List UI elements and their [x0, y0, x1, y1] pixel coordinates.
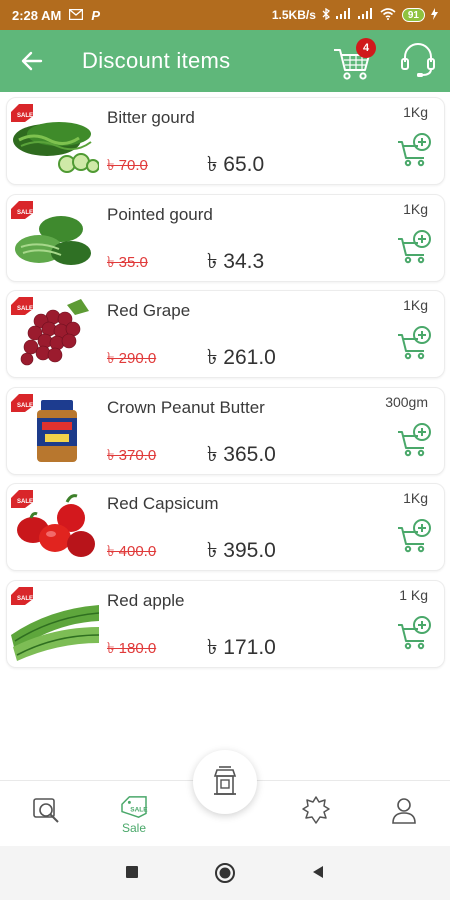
original-price: ৳ 400.0	[107, 543, 157, 560]
svg-text:SALE: SALE	[17, 210, 33, 216]
original-price: ৳ 180.0	[107, 639, 157, 657]
original-price: ৳ 370.0	[107, 446, 157, 464]
system-navigation-bar	[0, 846, 450, 900]
store-icon	[213, 766, 237, 795]
product-unit: 1Kg	[403, 297, 428, 313]
arrow-left-icon	[21, 51, 43, 71]
charging-icon	[431, 7, 438, 23]
product-name: Red apple	[107, 590, 185, 610]
square-icon	[126, 866, 138, 878]
discount-price: ৳ 365.0	[207, 442, 276, 466]
profile-icon	[392, 798, 416, 824]
product-card[interactable]: SALE Pointed gourd ৳ 35.0 ৳ 34.3 1Kg	[6, 193, 445, 282]
sale-tag-icon: SALE	[11, 586, 33, 605]
sale-tag-icon: SALE	[121, 796, 148, 818]
discount-price: ৳ 171.0	[207, 635, 276, 659]
triangle-back-icon	[313, 866, 323, 878]
back-button[interactable]	[0, 30, 64, 92]
add-to-cart-icon[interactable]	[396, 518, 432, 554]
discount-price: ৳ 34.3	[207, 249, 265, 273]
cart-count-badge: 4	[356, 38, 376, 58]
add-to-cart-icon[interactable]	[396, 422, 432, 458]
svg-text:SALE: SALE	[130, 807, 148, 814]
product-name: Pointed gourd	[107, 204, 213, 224]
svg-text:SALE: SALE	[17, 403, 33, 409]
gmail-icon	[69, 8, 84, 23]
network-speed: 1.5KB/s	[271, 8, 316, 22]
original-price: ৳ 35.0	[107, 253, 148, 271]
sale-tag-icon: SALE	[11, 393, 33, 412]
recent-apps-button[interactable]	[124, 864, 140, 885]
nav-sale[interactable]: SALE Sale	[114, 795, 154, 835]
product-card[interactable]: SALE Red Grape ৳ 290.0 ৳ 261.0 1Kg	[6, 290, 445, 378]
product-name: Red Grape	[107, 301, 191, 320]
product-unit: 1Kg	[403, 104, 428, 120]
discount-price: ৳ 261.0	[207, 346, 276, 369]
product-name: Crown Peanut Butter	[107, 397, 265, 417]
add-to-cart-icon[interactable]	[396, 325, 432, 361]
svg-text:SALE: SALE	[17, 596, 33, 602]
app-bar: Discount items 4	[0, 30, 450, 92]
sale-tag-icon: SALE	[11, 297, 33, 315]
status-bar: 2:28 AM P 1.5KB/s 91	[0, 0, 450, 30]
battery-icon: 91	[401, 8, 425, 22]
product-unit: 300gm	[385, 393, 428, 410]
product-unit: 1Kg	[403, 200, 428, 217]
product-card[interactable]: SALE Red Capsicum ৳ 400.0 ৳ 395.0 1Kg	[6, 483, 445, 571]
sale-tag-icon: SALE	[11, 104, 33, 122]
sale-tag-icon: SALE	[11, 200, 33, 219]
back-system-button[interactable]	[310, 864, 326, 885]
product-name: Bitter gourd	[107, 108, 195, 127]
store-button[interactable]	[193, 750, 257, 814]
nav-profile[interactable]	[384, 795, 424, 835]
add-to-cart-icon[interactable]	[396, 229, 432, 265]
product-list: SALE Bitter gourd ৳ 70.0 ৳ 65.0 1Kg SALE…	[6, 97, 445, 676]
product-card[interactable]: SALE Bitter gourd ৳ 70.0 ৳ 65.0 1Kg	[6, 97, 445, 185]
svg-text:SALE: SALE	[17, 113, 33, 119]
svg-text:SALE: SALE	[17, 499, 33, 505]
support-button[interactable]	[398, 40, 440, 82]
circle-icon	[215, 863, 235, 883]
home-button[interactable]	[214, 862, 236, 889]
svg-text:SALE: SALE	[17, 306, 33, 312]
status-time: 2:28 AM	[12, 7, 62, 23]
product-name: Red Capsicum	[107, 494, 219, 513]
p-icon: P	[91, 7, 101, 23]
nav-sale-label: Sale	[121, 821, 147, 835]
headset-icon	[401, 43, 435, 77]
discount-price: ৳ 65.0	[207, 153, 265, 176]
wifi-icon	[380, 7, 396, 23]
badge-icon	[302, 796, 330, 824]
original-price: ৳ 70.0	[107, 157, 148, 174]
cart-button[interactable]: 4	[330, 38, 378, 84]
product-unit: 1 Kg	[399, 586, 428, 603]
signal-icon	[335, 8, 352, 22]
add-to-cart-icon[interactable]	[396, 132, 432, 168]
nav-search[interactable]	[26, 795, 66, 835]
search-icon	[33, 798, 59, 823]
nav-offers[interactable]	[296, 795, 336, 835]
product-card[interactable]: SALE Crown Peanut Butter ৳ 370.0 ৳ 365.0…	[6, 386, 445, 475]
bluetooth-icon	[322, 7, 330, 23]
page-title: Discount items	[82, 48, 231, 73]
original-price: ৳ 290.0	[107, 350, 157, 367]
signal-icon	[357, 8, 374, 22]
product-card[interactable]: SALE Red apple ৳ 180.0 ৳ 171.0 1 Kg	[6, 579, 445, 668]
add-to-cart-icon[interactable]	[396, 615, 432, 651]
discount-price: ৳ 395.0	[207, 539, 276, 562]
product-unit: 1Kg	[403, 490, 428, 506]
sale-tag-icon: SALE	[11, 490, 33, 508]
